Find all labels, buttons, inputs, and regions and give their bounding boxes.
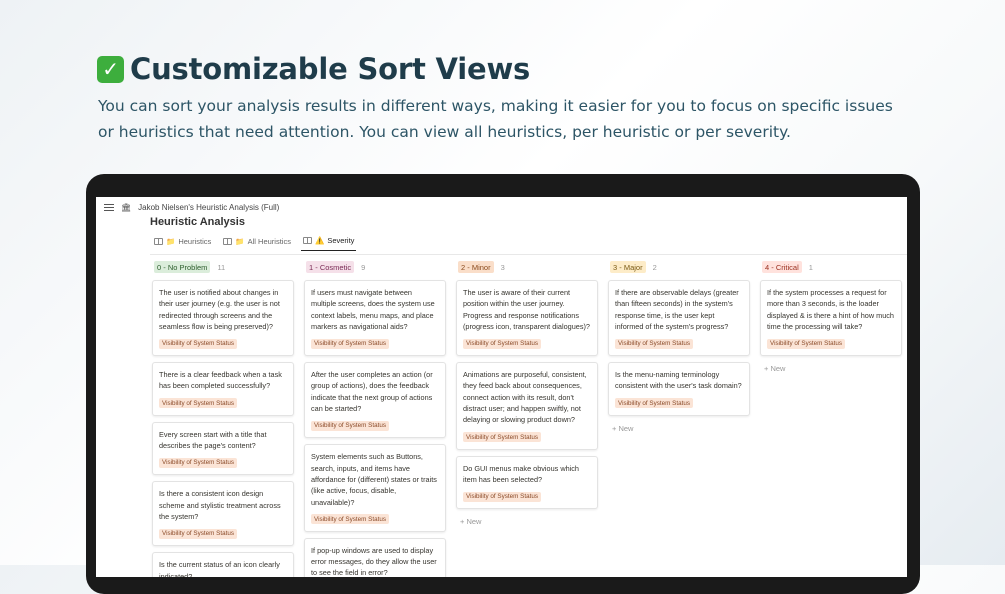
- card-text: System elements such as Buttons, search,…: [311, 452, 437, 507]
- card[interactable]: The user is notified about changes in th…: [152, 280, 294, 357]
- heuristic-tag: Visibility of System Status: [463, 338, 541, 349]
- board-column: 0 - No Problem 11 The user is notified abo…: [152, 259, 294, 577]
- tab-divider: [150, 254, 907, 255]
- card[interactable]: After the user completes an action (or g…: [304, 362, 446, 439]
- board-view-icon: [302, 237, 312, 244]
- card-text: The user is aware of their current posit…: [463, 288, 590, 331]
- card-text: Do GUI menus make obvious which item has…: [463, 463, 579, 484]
- card-text: The user is notified about changes in th…: [159, 288, 280, 331]
- severity-label: 2 - Minor: [458, 261, 494, 273]
- board-column: 3 - Major 2 If there are observable delays…: [608, 259, 750, 577]
- card-text: Is the menu-naming terminology consisten…: [615, 370, 742, 391]
- heuristic-tag: Visibility of System Status: [311, 338, 389, 349]
- board-column: 1 - Cosmetic 9 If users must navigate betw…: [304, 259, 446, 577]
- card[interactable]: System elements such as Buttons, search,…: [304, 444, 446, 532]
- new-card-button[interactable]: + New: [608, 422, 750, 435]
- heuristic-tag: Visibility of System Status: [159, 398, 237, 409]
- heuristic-tag: Visibility of System Status: [159, 528, 237, 539]
- card-text: After the user completes an action (or g…: [311, 370, 433, 414]
- new-card-button[interactable]: + New: [760, 362, 902, 375]
- column-header: 3 - Major 2: [608, 259, 750, 275]
- heuristic-tag: Visibility of System Status: [767, 338, 845, 349]
- card-text: Animations are purposeful, consistent, t…: [463, 370, 587, 425]
- column-count: 1: [808, 262, 813, 272]
- board-view-icon: [223, 237, 233, 245]
- column-count: 3: [500, 262, 505, 272]
- column-count: 11: [217, 262, 226, 272]
- page-icon: 🏛: [121, 203, 132, 212]
- new-card-button[interactable]: + New: [456, 515, 598, 528]
- heuristic-tag: Visibility of System Status: [311, 420, 389, 431]
- board-view-icon: [154, 237, 163, 245]
- heuristic-tag: Visibility of System Status: [311, 514, 389, 525]
- page-title: Heuristic Analysis: [150, 216, 245, 228]
- severity-label: 4 - Critical: [762, 261, 802, 273]
- card[interactable]: Do GUI menus make obvious which item has…: [456, 455, 598, 510]
- heuristic-tag: Visibility of System Status: [159, 457, 237, 468]
- tab-heuristics[interactable]: 📁 Heuristics: [152, 234, 213, 251]
- heuristic-tag: Visibility of System Status: [159, 338, 237, 349]
- column-header: 1 - Cosmetic 9: [304, 259, 446, 275]
- card-text: There is a clear feedback when a task ha…: [159, 370, 282, 391]
- tab-severity[interactable]: ⚠️ Severity: [300, 234, 357, 251]
- card-text: If the system processes a request for mo…: [767, 288, 894, 331]
- column-header: 0 - No Problem 11: [152, 259, 294, 275]
- board-column: 2 - Minor 3 The user is aware of their cur…: [456, 259, 598, 577]
- app-screen: 🏛 Jakob Nielsen's Heuristic Analysis (Fu…: [96, 197, 907, 577]
- heuristic-tag: Visibility of System Status: [463, 432, 541, 443]
- tab-emoji-icon: 📁: [235, 236, 245, 246]
- tab-emoji-icon: ⚠️: [314, 236, 325, 245]
- card-text: Is there a consistent icon design scheme…: [159, 489, 281, 521]
- tab-all-heuristics[interactable]: 📁 All Heuristics: [221, 234, 293, 251]
- view-tabs: 📁 Heuristics 📁 All Heuristics ⚠️ Severity: [152, 234, 357, 251]
- card-text: If users must navigate between multiple …: [311, 288, 435, 331]
- card[interactable]: If pop-up windows are used to display er…: [304, 537, 446, 577]
- kanban-board: 0 - No Problem 11 The user is notified abo…: [152, 259, 902, 577]
- hero-title: ✓ Customizable Sort Views: [97, 52, 530, 86]
- card[interactable]: Animations are purposeful, consistent, t…: [456, 362, 598, 450]
- column-count: 9: [361, 262, 366, 272]
- card-text: If there are observable delays (greater …: [615, 288, 739, 331]
- heuristic-tag: Visibility of System Status: [463, 491, 541, 502]
- board-column: 4 - Critical 1 If the system processes a r…: [760, 259, 902, 577]
- menu-icon[interactable]: [104, 203, 114, 212]
- card-text: Every screen start with a title that des…: [159, 429, 267, 451]
- card[interactable]: If the system processes a request for mo…: [760, 280, 902, 357]
- hero-title-text: Customizable Sort Views: [130, 52, 531, 86]
- column-header: 2 - Minor 3: [456, 259, 598, 275]
- column-header: 4 - Critical 1: [760, 259, 902, 275]
- heuristic-tag: Visibility of System Status: [615, 338, 693, 349]
- card-text: If pop-up windows are used to display er…: [311, 545, 437, 577]
- tab-label: All Heuristics: [247, 236, 291, 246]
- top-bar: 🏛 Jakob Nielsen's Heuristic Analysis (Fu…: [104, 203, 279, 212]
- card[interactable]: Every screen start with a title that des…: [152, 421, 294, 476]
- card[interactable]: If there are observable delays (greater …: [608, 280, 750, 357]
- severity-label: 1 - Cosmetic: [306, 261, 355, 273]
- heuristic-tag: Visibility of System Status: [615, 398, 693, 409]
- column-count: 2: [652, 262, 657, 272]
- hero-description: You can sort your analysis results in di…: [98, 97, 893, 141]
- tab-label: Heuristics: [178, 236, 212, 246]
- severity-label: 0 - No Problem: [154, 261, 211, 273]
- card-text: Is the current status of an icon clearly…: [159, 560, 280, 577]
- card[interactable]: The user is aware of their current posit…: [456, 280, 598, 357]
- breadcrumb[interactable]: Jakob Nielsen's Heuristic Analysis (Full…: [138, 203, 279, 212]
- checkmark-icon: ✓: [97, 55, 124, 83]
- card[interactable]: Is the menu-naming terminology consisten…: [608, 362, 750, 416]
- card[interactable]: Is there a consistent icon design scheme…: [152, 481, 294, 547]
- card[interactable]: There is a clear feedback when a task ha…: [152, 362, 294, 416]
- tab-emoji-icon: 📁: [166, 236, 176, 246]
- card[interactable]: If users must navigate between multiple …: [304, 280, 446, 357]
- tab-label: Severity: [327, 236, 355, 245]
- severity-label: 3 - Major: [610, 261, 646, 273]
